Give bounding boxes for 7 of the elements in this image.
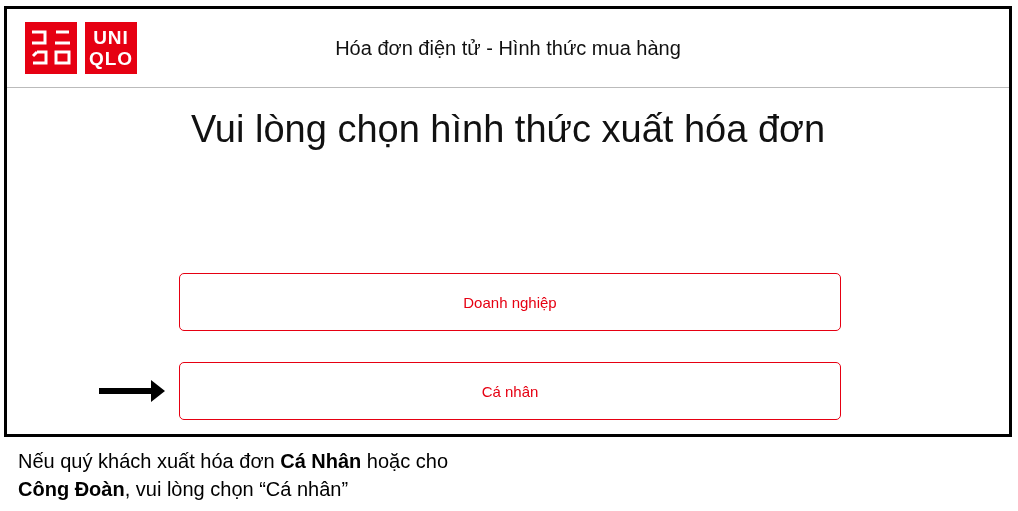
logo: UNI QLO [85,22,137,74]
option-button[interactable]: Cá nhân [179,362,841,420]
option-button[interactable]: Doanh nghiệp [179,273,841,331]
logo-icon [25,22,77,74]
page-heading: Vui lòng chọn hình thức xuất hóa đơn [189,108,827,151]
header-title: Hóa đơn điện tử - Hình thức mua hàng [335,36,681,60]
caption-text: Nếu quý khách xuất hóa đơn Cá Nhân hoặc cho Công Đoàn, vui lòng chọn “Cá nhân” [18,449,450,502]
